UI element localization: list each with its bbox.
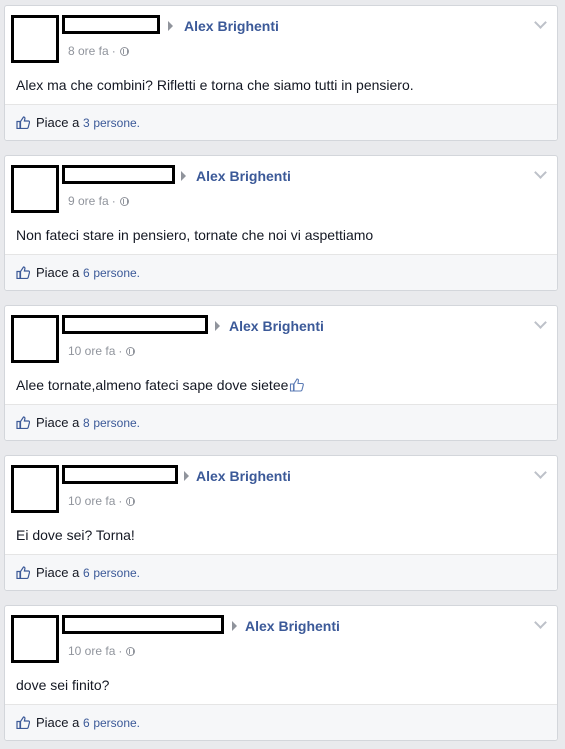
post-target-link[interactable]: Alex Brighenti <box>196 168 291 184</box>
post-footer: Piace a 3 persone. <box>5 104 557 140</box>
post-timestamp[interactable]: 9 ore fa <box>68 194 109 208</box>
post-timestamp[interactable]: 8 ore fa <box>68 44 109 58</box>
chevron-down-icon[interactable] <box>534 466 547 479</box>
chevron-down-icon[interactable] <box>534 16 547 29</box>
chevron-down-icon[interactable] <box>534 166 547 179</box>
redacted-author-name <box>62 615 224 634</box>
avatar[interactable] <box>11 465 59 513</box>
like-prefix: Piace a <box>36 115 80 130</box>
wall-post: Alex Brighenti 9 ore fa · Non fateci star… <box>4 155 558 291</box>
wall-post: Alex Brighenti 10 ore fa · Ei dove sei? T… <box>4 455 558 591</box>
like-summary: Piace a 8 persone. <box>36 415 140 430</box>
like-summary: Piace a 6 persone. <box>36 265 140 280</box>
post-text: Ei dove sei? Torna! <box>16 527 135 543</box>
like-persons-link[interactable]: persone. <box>93 416 140 430</box>
post-target-link[interactable]: Alex Brighenti <box>229 318 324 334</box>
like-prefix: Piace a <box>36 415 80 430</box>
thumbs-up-icon[interactable] <box>16 116 30 129</box>
like-persons-link[interactable]: persone. <box>93 566 140 580</box>
globe-icon[interactable] <box>119 47 129 56</box>
like-persons-link[interactable]: persone. <box>93 116 140 130</box>
wall-post: Alex Brighenti 10 ore fa · Alee tornate,a… <box>4 305 558 441</box>
thumbs-up-icon[interactable] <box>16 416 30 429</box>
post-text: Alex ma che combini? Rifletti e torna ch… <box>16 77 414 93</box>
like-count-link[interactable]: 6 <box>83 266 90 280</box>
post-footer: Piace a 6 persone. <box>5 254 557 290</box>
post-meta: 10 ore fa · <box>68 344 136 358</box>
post-footer: Piace a 6 persone. <box>5 704 557 740</box>
right-triangle-icon <box>232 621 237 631</box>
post-text-content: Alee tornate,almeno fateci sape dove sie… <box>16 377 289 393</box>
post-text: Non fateci stare in pensiero, tornate ch… <box>16 227 374 243</box>
redacted-author-name <box>62 315 208 334</box>
redacted-author-name <box>62 165 175 184</box>
post-target-link[interactable]: Alex Brighenti <box>184 18 279 34</box>
redacted-author-name <box>62 15 160 34</box>
avatar[interactable] <box>11 15 59 63</box>
right-triangle-icon <box>168 21 173 31</box>
post-text: Alee tornate,almeno fateci sape dove sie… <box>16 377 305 393</box>
post-footer: Piace a 8 persone. <box>5 404 557 440</box>
thumbs-up-emoticon-icon <box>290 378 305 392</box>
globe-icon[interactable] <box>126 497 136 506</box>
post-text: dove sei finito? <box>16 677 110 693</box>
post-footer: Piace a 6 persone. <box>5 554 557 590</box>
like-count-link[interactable]: 3 <box>83 116 90 130</box>
like-prefix: Piace a <box>36 265 80 280</box>
thumbs-up-icon[interactable] <box>16 266 30 279</box>
post-meta: 9 ore fa · <box>68 194 129 208</box>
post-meta: 10 ore fa · <box>68 644 136 658</box>
globe-icon[interactable] <box>119 197 129 206</box>
like-persons-link[interactable]: persone. <box>93 266 140 280</box>
post-target-link[interactable]: Alex Brighenti <box>245 618 340 634</box>
right-triangle-icon <box>215 321 220 331</box>
like-summary: Piace a 6 persone. <box>36 715 140 730</box>
like-summary: Piace a 6 persone. <box>36 565 140 580</box>
like-persons-link[interactable]: persone. <box>93 716 140 730</box>
post-timestamp[interactable]: 10 ore fa <box>68 344 115 358</box>
like-summary: Piace a 3 persone. <box>36 115 140 130</box>
right-triangle-icon <box>184 471 189 481</box>
chevron-down-icon[interactable] <box>534 316 547 329</box>
avatar[interactable] <box>11 615 59 663</box>
globe-icon[interactable] <box>126 647 136 656</box>
avatar[interactable] <box>11 165 59 213</box>
like-count-link[interactable]: 6 <box>83 566 90 580</box>
globe-icon[interactable] <box>126 347 136 356</box>
right-triangle-icon <box>181 171 186 181</box>
like-count-link[interactable]: 8 <box>83 416 90 430</box>
avatar[interactable] <box>11 315 59 363</box>
thumbs-up-icon[interactable] <box>16 716 30 729</box>
thumbs-up-icon[interactable] <box>16 566 30 579</box>
wall-post: Alex Brighenti 10 ore fa · dove sei finit… <box>4 605 558 741</box>
wall-post: Alex Brighenti 8 ore fa · Alex ma che com… <box>4 5 558 141</box>
redacted-author-name <box>62 465 178 484</box>
like-count-link[interactable]: 6 <box>83 716 90 730</box>
post-meta: 8 ore fa · <box>68 44 129 58</box>
post-timestamp[interactable]: 10 ore fa <box>68 494 115 508</box>
like-prefix: Piace a <box>36 715 80 730</box>
like-prefix: Piace a <box>36 565 80 580</box>
chevron-down-icon[interactable] <box>534 616 547 629</box>
post-timestamp[interactable]: 10 ore fa <box>68 644 115 658</box>
post-target-link[interactable]: Alex Brighenti <box>196 468 291 484</box>
post-meta: 10 ore fa · <box>68 494 136 508</box>
